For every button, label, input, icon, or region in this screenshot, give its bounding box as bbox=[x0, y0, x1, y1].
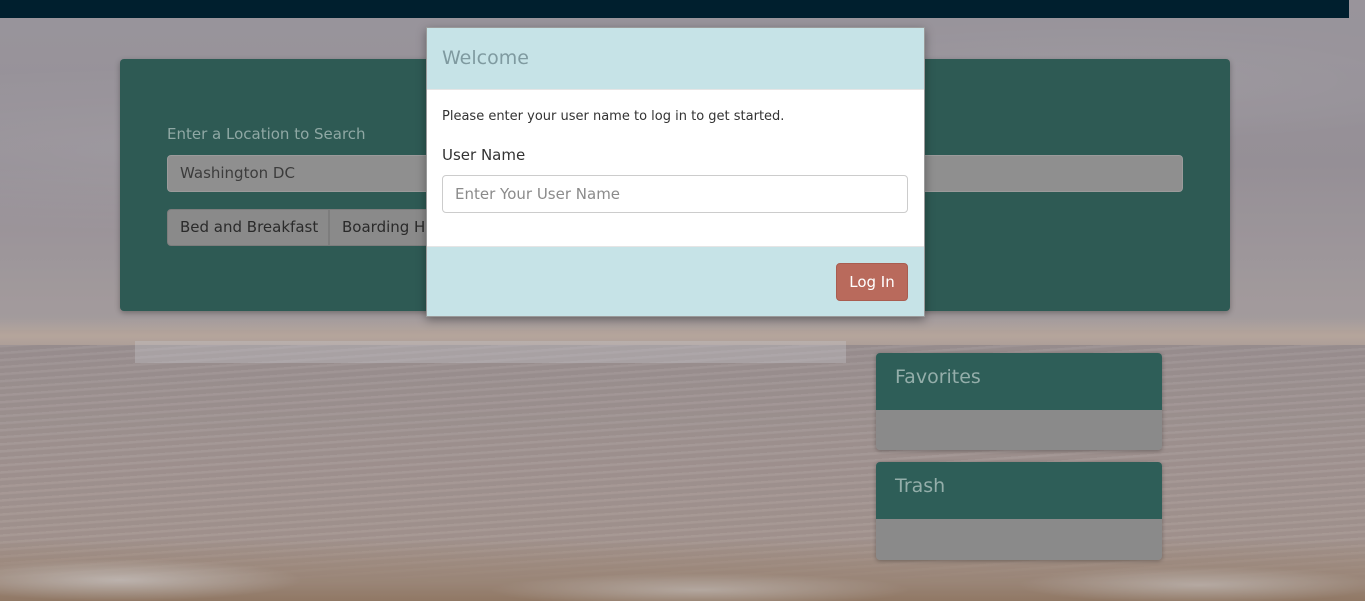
favorites-panel: Favorites bbox=[876, 353, 1162, 450]
modal-body: Please enter your user name to log in to… bbox=[427, 90, 924, 246]
results-area bbox=[135, 341, 846, 363]
trash-list bbox=[876, 519, 1162, 560]
modal-title: Welcome bbox=[427, 28, 924, 90]
trash-panel: Trash bbox=[876, 462, 1162, 560]
favorites-list bbox=[876, 410, 1162, 450]
bed-and-breakfast-button[interactable]: Bed and Breakfast bbox=[167, 209, 329, 246]
username-input[interactable] bbox=[442, 175, 908, 213]
modal-intro-text: Please enter your user name to log in to… bbox=[442, 109, 785, 124]
username-label: User Name bbox=[442, 146, 526, 164]
login-modal: Welcome Please enter your user name to l… bbox=[426, 27, 925, 317]
login-button[interactable]: Log In bbox=[836, 263, 908, 301]
modal-footer: Log In bbox=[427, 246, 924, 316]
favorites-title: Favorites bbox=[876, 353, 1162, 410]
top-navbar bbox=[0, 0, 1349, 18]
search-label: Enter a Location to Search bbox=[167, 125, 366, 143]
trash-title: Trash bbox=[876, 462, 1162, 519]
